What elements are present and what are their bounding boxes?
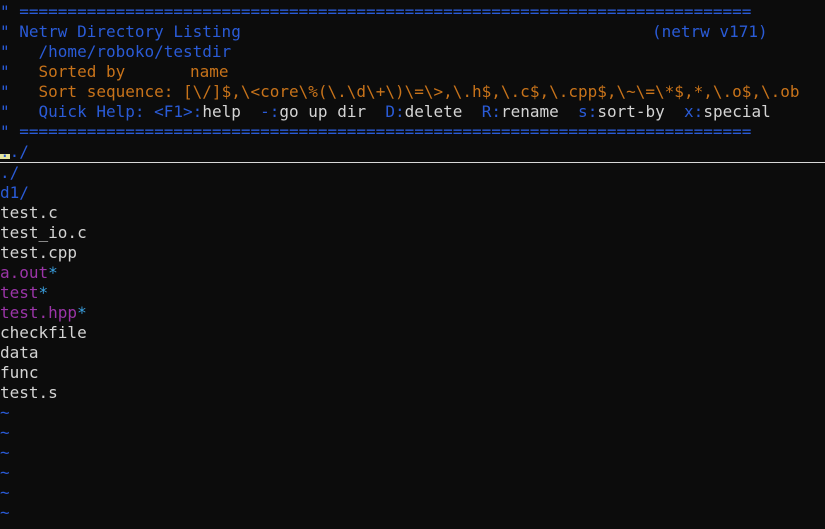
- entry-exec-a-out[interactable]: a.out*: [0, 263, 825, 283]
- help-key-up: -: [260, 102, 270, 121]
- help-action-help: help: [202, 102, 241, 121]
- entry-current-dir[interactable]: ./: [0, 163, 825, 183]
- empty-line-tilde: ~: [0, 403, 10, 422]
- banner-sequence-line: " Sort sequence: [\/]$,\<core\%(\.\d\+\)…: [0, 82, 800, 101]
- banner-sequence-value: [\/]$,\<core\%(\.\d\+\)\=\>,\.h$,\.c$,\.…: [183, 82, 800, 101]
- banner-version: (netrw v171): [652, 22, 768, 41]
- entry-file-test-c[interactable]: test.c: [0, 203, 825, 223]
- banner-help-line: " Quick Help: <F1>:help -:go up dir D:de…: [0, 102, 771, 121]
- empty-line-tilde: ~: [0, 423, 10, 442]
- help-action-special: special: [703, 102, 771, 121]
- help-key-special: x: [684, 102, 694, 121]
- banner-title-line: " Netrw Directory Listing (netrw v171): [0, 22, 768, 41]
- help-key-sort: s: [578, 102, 588, 121]
- banner-path-line: " /home/roboko/testdir: [0, 42, 232, 61]
- entry-file-data[interactable]: data: [0, 343, 825, 363]
- empty-line-tilde: ~: [0, 503, 10, 522]
- entry-file-test-cpp[interactable]: test.cpp: [0, 243, 825, 263]
- empty-line-tilde: ~: [0, 483, 10, 502]
- help-action-sort-by: sort-by: [597, 102, 665, 121]
- entry-file-test-io-c[interactable]: test_io.c: [0, 223, 825, 243]
- entry-dir-d1[interactable]: d1/: [0, 183, 825, 203]
- banner-sorted-line: " Sorted by name: [0, 62, 229, 81]
- entry-file-func[interactable]: func: [0, 363, 825, 383]
- banner-separator-bottom: " ======================================…: [0, 122, 752, 141]
- banner-title: Netrw Directory Listing: [19, 22, 241, 41]
- banner-separator-top: " ======================================…: [0, 2, 752, 21]
- help-key-delete: D: [385, 102, 395, 121]
- help-key-rename: R: [481, 102, 492, 121]
- banner-help-label: Quick Help:: [38, 102, 145, 121]
- banner-sorted-label: Sorted by: [38, 62, 126, 81]
- entry-exec-test[interactable]: test*: [0, 283, 825, 303]
- help-action-go-up: go up dir: [279, 102, 367, 121]
- entry-exec-test-hpp[interactable]: test.hpp*: [0, 303, 825, 323]
- entry-file-test-s[interactable]: test.s: [0, 383, 825, 403]
- help-action-delete: delete: [404, 102, 463, 121]
- entry-file-checkfile[interactable]: checkfile: [0, 323, 825, 343]
- help-action-rename: rename: [500, 102, 559, 121]
- entry-parent-dir[interactable]: ../: [0, 142, 825, 163]
- banner-sorted-value: name: [190, 62, 229, 81]
- help-key-f1: <F1>: [154, 102, 193, 121]
- empty-line-tilde: ~: [0, 463, 10, 482]
- netrw-buffer[interactable]: " ======================================…: [0, 2, 825, 523]
- empty-line-tilde: ~: [0, 443, 10, 462]
- banner-path: /home/roboko/testdir: [38, 42, 232, 61]
- banner-sequence-label: Sort sequence:: [38, 82, 174, 101]
